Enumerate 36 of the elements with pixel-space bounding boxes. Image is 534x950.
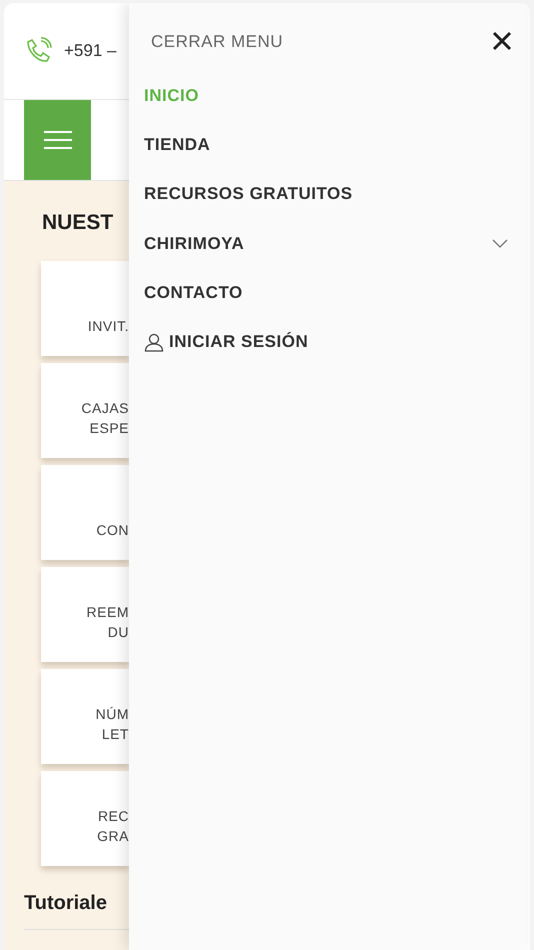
menu-label: TIENDA	[144, 134, 210, 155]
card-label: CON	[96, 521, 129, 540]
card-label: LET	[102, 725, 129, 744]
menu-label: CHIRIMOYA	[144, 234, 244, 254]
card-label: DU	[108, 623, 129, 642]
menu-button[interactable]	[24, 100, 91, 180]
card-label: ESPE	[90, 419, 129, 438]
chevron-icon[interactable]	[492, 238, 508, 249]
close-menu-link[interactable]: CERRAR MENU	[144, 32, 284, 52]
card-label: REC	[98, 807, 129, 826]
menu-label: RECURSOS GRATUITOS	[144, 184, 353, 204]
section-title: NUEST	[41, 211, 114, 235]
card-label: REEM	[86, 603, 129, 622]
menu-item[interactable]: CHIRIMOYA	[144, 218, 514, 268]
phone-icon	[24, 37, 54, 65]
menu-label: INICIO	[144, 86, 199, 106]
menu-item[interactable]: CONTACTO	[144, 268, 514, 318]
phone-number: +591 –	[64, 41, 116, 61]
close-icon[interactable]	[492, 31, 514, 53]
category-card[interactable]: REEM DU	[41, 567, 129, 662]
menu-label: CONTACTO	[144, 282, 243, 303]
category-card[interactable]: CON	[41, 465, 129, 560]
menu-item[interactable]: TIENDA	[144, 120, 514, 170]
card-label: GRA	[97, 827, 129, 846]
category-card[interactable]: CAJAS ESPE	[41, 363, 129, 458]
card-label: NÚM	[96, 705, 129, 724]
menu-item[interactable]: INICIAR SESIÓN	[144, 317, 514, 367]
menu-icon[interactable]	[42, 130, 72, 150]
card-label: CAJAS	[81, 399, 129, 418]
card-label: INVIT.	[88, 317, 129, 336]
menu-item[interactable]: RECURSOS GRATUITOS	[144, 170, 514, 219]
category-card[interactable]: INVIT.	[41, 261, 129, 356]
category-card[interactable]: NÚM LET	[41, 669, 129, 764]
user-icon	[144, 332, 164, 352]
menu-label: INICIAR SESIÓN	[169, 332, 308, 352]
category-card[interactable]: REC GRA	[41, 771, 129, 866]
